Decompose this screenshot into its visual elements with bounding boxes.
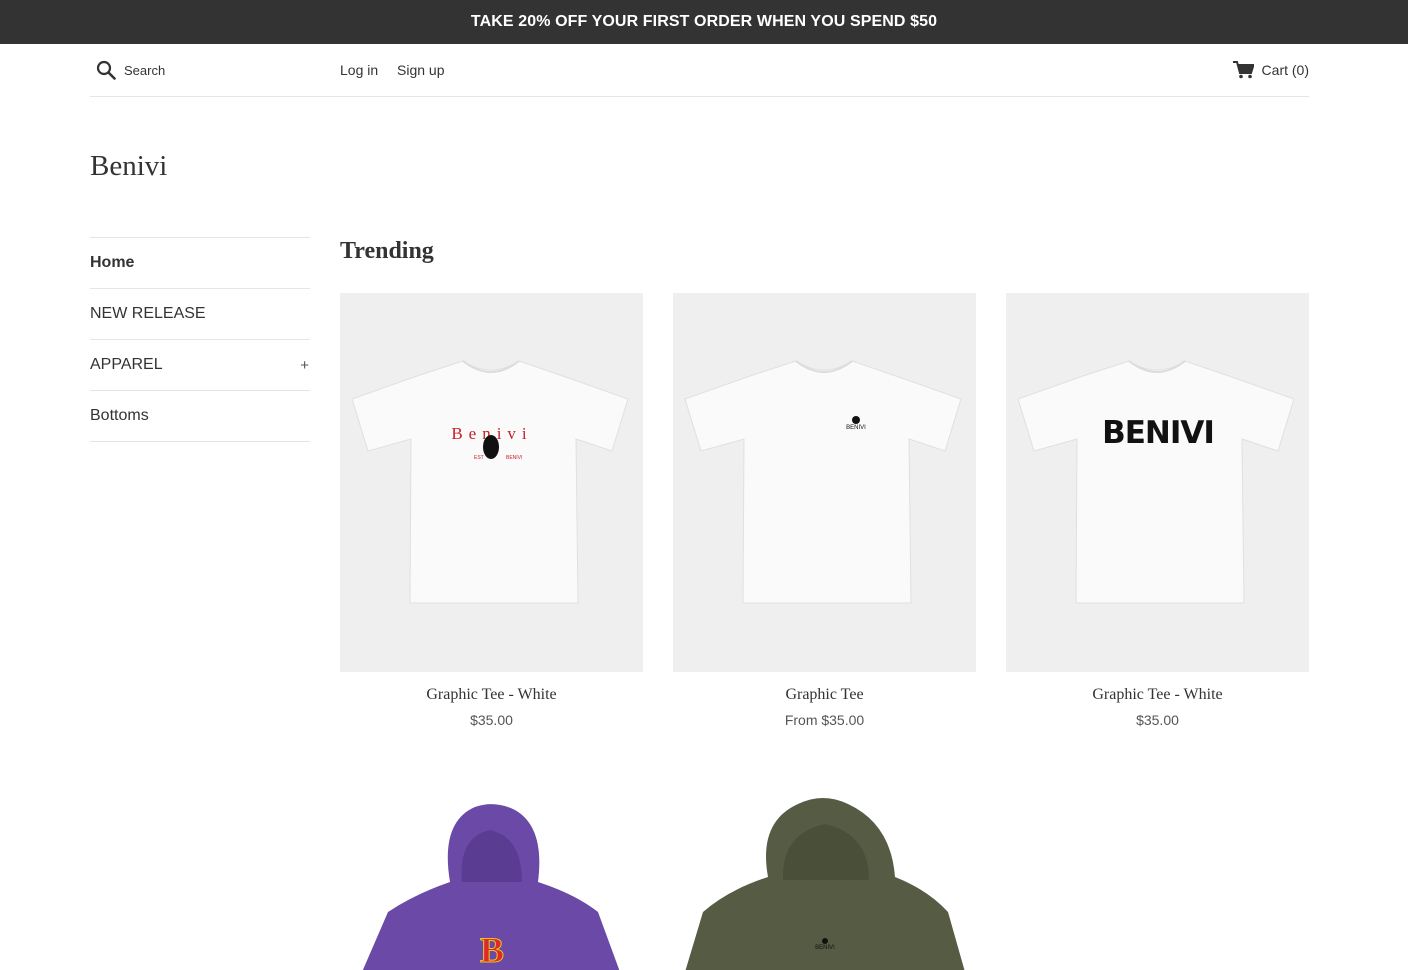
sidebar-item-home[interactable]: Home (90, 238, 310, 289)
product-card[interactable]: Benivi EST BENIVI Graphic Tee - White $3… (340, 293, 643, 728)
tshirt-image: BENIVI (684, 360, 962, 604)
svg-text:EST: EST (474, 455, 484, 461)
product-card[interactable]: BENIVI (673, 762, 976, 970)
sidebar-item-new-release[interactable]: NEW RELEASE (90, 289, 310, 340)
product-price: $35.00 (1136, 712, 1179, 728)
cart-label: Cart (0) (1261, 62, 1309, 78)
sidebar-item-apparel[interactable]: APPAREL + (90, 340, 310, 391)
sidebar-item-label: NEW RELEASE (90, 305, 206, 322)
search-input[interactable] (124, 60, 314, 80)
product-title[interactable]: Graphic Tee - White (1006, 686, 1309, 704)
cart-link[interactable]: Cart (0) (1232, 61, 1309, 79)
product-card[interactable]: BENIVI Graphic Tee - White $35.00 (1006, 293, 1309, 728)
tee-print-text: BENIVI (846, 425, 866, 431)
tshirt-image: Benivi EST BENIVI (351, 360, 629, 604)
expand-plus-icon[interactable]: + (300, 357, 309, 374)
sidebar-item-label: Home (90, 254, 135, 271)
search-icon[interactable] (96, 60, 116, 80)
product-image[interactable]: BENIVI (673, 293, 976, 672)
cart-icon (1232, 61, 1254, 79)
product-image[interactable]: Benivi EST BENIVI (340, 293, 643, 672)
announcement-bar: TAKE 20% OFF YOUR FIRST ORDER WHEN YOU S… (0, 0, 1408, 44)
section-title: Trending (340, 238, 434, 264)
hoodie-image[interactable]: B (340, 762, 643, 970)
tee-print-text: BENIVI (1102, 415, 1214, 451)
hoodie-print-text: BENIVI (815, 945, 835, 951)
sidebar-item-label: Bottoms (90, 407, 149, 424)
top-bar: Log in Sign up Cart (0) (90, 44, 1309, 97)
svg-text:BENIVI: BENIVI (506, 455, 522, 461)
hoodie-print-text: B (480, 930, 504, 970)
site-logo[interactable]: Benivi (90, 150, 167, 183)
signup-link[interactable]: Sign up (397, 62, 444, 78)
hoodie-image[interactable]: BENIVI (673, 762, 976, 970)
login-link[interactable]: Log in (340, 62, 378, 78)
product-card[interactable]: BENIVI Graphic Tee From $35.00 (673, 293, 976, 728)
sidebar-nav: Home NEW RELEASE APPAREL + Bottoms (90, 237, 310, 442)
sidebar-item-label: APPAREL (90, 356, 163, 373)
sidebar-item-bottoms[interactable]: Bottoms (90, 391, 310, 442)
product-title[interactable]: Graphic Tee - White (340, 686, 643, 704)
product-image[interactable]: BENIVI (1006, 293, 1309, 672)
tshirt-image: BENIVI (1017, 360, 1295, 604)
product-card[interactable]: B (340, 762, 643, 970)
product-title[interactable]: Graphic Tee (673, 686, 976, 704)
product-price: $35.00 (470, 712, 513, 728)
announcement-text: TAKE 20% OFF YOUR FIRST ORDER WHEN YOU S… (470, 13, 938, 30)
product-price: From $35.00 (784, 712, 865, 728)
